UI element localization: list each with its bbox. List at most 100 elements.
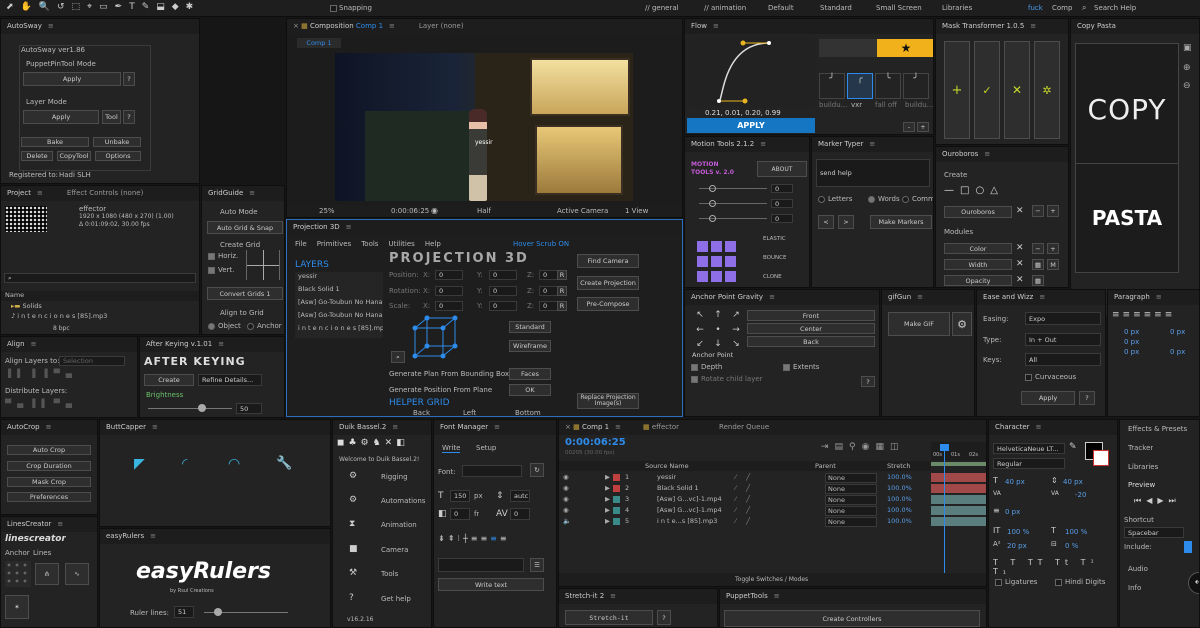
pan-behind-tool-icon[interactable]: ⌖: [87, 2, 92, 15]
wireframe-button[interactable]: Wireframe: [509, 340, 551, 352]
make-markers-button[interactable]: Make Markers: [870, 215, 932, 229]
arrow-w-icon[interactable]: ←: [691, 323, 709, 338]
layer-bar-1[interactable]: [931, 473, 986, 482]
clone-tool-icon[interactable]: ⬓: [156, 2, 165, 15]
parent-select[interactable]: None: [825, 506, 877, 516]
unbake-button[interactable]: Unbake: [93, 137, 141, 147]
mask-crop-button[interactable]: Mask Crop: [7, 477, 91, 487]
auto-grid-button[interactable]: Auto Grid & Snap: [207, 221, 283, 234]
y-axis-field[interactable]: 0: [489, 270, 517, 280]
timeline-controls[interactable]: ⇥▤⚲◉▦◫: [821, 442, 905, 452]
slider-2-thumb[interactable]: [709, 200, 716, 207]
precompose-button[interactable]: Pre-Compose: [577, 297, 639, 311]
active-camera-select[interactable]: Active Camera: [557, 207, 608, 215]
automations-button[interactable]: Automations: [381, 497, 425, 505]
ease-apply-button[interactable]: Apply: [1021, 391, 1075, 405]
stretch-column[interactable]: Stretch: [887, 462, 910, 470]
grid-preview[interactable]: [246, 250, 280, 280]
workspace-small-screen[interactable]: Small Screen: [876, 4, 922, 12]
render-queue-tab[interactable]: Render Queue: [719, 423, 769, 431]
color-module-button[interactable]: Color: [944, 243, 1012, 254]
words-radio[interactable]: [868, 196, 875, 203]
keys-select[interactable]: All: [1025, 353, 1101, 366]
slider-3-thumb[interactable]: [709, 215, 716, 222]
tracking-field[interactable]: 0: [450, 508, 470, 520]
timeline-current-time[interactable]: 0:00:06:25: [565, 437, 626, 448]
mask-settings-button[interactable]: ✲: [1034, 41, 1060, 139]
lines-tab[interactable]: Lines: [33, 549, 51, 557]
ligatures-checkbox[interactable]: [995, 579, 1002, 586]
effects-presets-tab[interactable]: Effects & Presets: [1128, 425, 1187, 433]
flow-minus-button[interactable]: -: [903, 122, 915, 132]
text-align-icons[interactable]: ⇟⇞⁝┼≡≡≡≡: [438, 534, 510, 543]
clipboard-icon[interactable]: ▣: [1183, 43, 1192, 53]
back-button[interactable]: Back: [747, 336, 875, 347]
expand-icon[interactable]: ▶: [605, 506, 610, 514]
commas-radio[interactable]: [902, 196, 909, 203]
elastic-button[interactable]: ELASTIC: [763, 236, 786, 242]
effector-tab[interactable]: effector: [652, 423, 679, 431]
timeline-layer-row[interactable]: ◉ ▶ 4 [Asw] G...vc]-1.mp4 ⁄ ╱ None 100.0%: [559, 506, 931, 516]
layer-name[interactable]: i n t e...s [85].mp3: [657, 517, 717, 525]
layer-bar-4[interactable]: [931, 506, 986, 515]
view-select[interactable]: 1 View: [625, 207, 648, 215]
expand-icon[interactable]: ▶: [605, 484, 610, 492]
x-axis-field[interactable]: 0: [435, 286, 463, 296]
label-color-swatch[interactable]: [613, 485, 620, 492]
layer-item[interactable]: Black Solid 1: [295, 285, 383, 295]
width-swatch[interactable]: ▦: [1032, 259, 1044, 270]
line-icon[interactable]: —: [944, 185, 960, 196]
audio-tab[interactable]: Audio: [1128, 565, 1148, 573]
layer-bar-3[interactable]: [931, 495, 986, 504]
faces-select[interactable]: Faces: [509, 368, 551, 380]
close-icon[interactable]: ✕: [1016, 275, 1024, 285]
vertical-scale-value[interactable]: 100 %: [1007, 528, 1029, 536]
composition-tab[interactable]: Composition: [310, 22, 354, 30]
menu-primitives[interactable]: Primitives: [317, 240, 351, 250]
font-size-field[interactable]: 150: [450, 490, 470, 502]
anchor-cell[interactable]: [697, 241, 708, 252]
parent-column[interactable]: Parent: [815, 462, 836, 470]
arrow-nw-icon[interactable]: ↖: [691, 308, 709, 323]
paragraph-align-icons[interactable]: ≡≡≡≡≡≡: [1112, 310, 1175, 320]
comp-viewer-image[interactable]: yessir: [335, 53, 633, 201]
align-to-select[interactable]: Selection: [59, 356, 125, 366]
timeline-layer-row[interactable]: ◉ ▶ 3 [Asw] G...vc]-1.mp4 ⁄ ╱ None 100.0%: [559, 495, 931, 505]
switches[interactable]: ⁄ ╱: [735, 517, 754, 525]
tools-icon[interactable]: ⚒: [349, 568, 357, 578]
menu-help[interactable]: Help: [425, 240, 441, 250]
anchor-point-select[interactable]: Anchor Point: [689, 350, 875, 360]
text-input[interactable]: [438, 558, 524, 572]
preset-curve-4[interactable]: ╯: [903, 73, 929, 99]
puppet-help-button[interactable]: ?: [123, 72, 135, 86]
anchor-tab[interactable]: Anchor: [5, 549, 30, 557]
center-dot-icon[interactable]: •: [709, 323, 727, 338]
brightness-slider-thumb[interactable]: [198, 404, 206, 412]
rectangle-tool-icon[interactable]: ▭: [99, 2, 108, 15]
bounce-button[interactable]: BOUNCE: [763, 255, 786, 261]
flow-apply-button[interactable]: APPLY: [687, 118, 815, 133]
project-tab[interactable]: Project: [7, 189, 31, 197]
playhead[interactable]: [944, 444, 945, 584]
cube-wireframe-icon[interactable]: [409, 314, 461, 364]
current-time[interactable]: 0:00:06:25: [391, 207, 429, 215]
replace-projection-button[interactable]: Replace Projection Image(s): [577, 393, 639, 409]
magnify-button[interactable]: ⌕: [391, 351, 405, 363]
create-projection-button[interactable]: Create Projection: [577, 276, 639, 290]
font-select[interactable]: [462, 465, 522, 477]
space-after[interactable]: 0 px: [1170, 348, 1185, 356]
anchor-dots-grid[interactable]: [5, 561, 31, 587]
tsume-value[interactable]: 0 %: [1065, 542, 1078, 550]
options-button[interactable]: Options: [95, 151, 141, 161]
bake-button[interactable]: Bake: [21, 137, 89, 147]
expand-icon[interactable]: ▶: [605, 473, 610, 481]
search-icon[interactable]: ⌕: [1082, 3, 1086, 13]
eyedropper-icon[interactable]: ✎: [1069, 442, 1077, 452]
ease-help-button[interactable]: ?: [1079, 391, 1095, 405]
remove-color-button[interactable]: −: [1032, 243, 1044, 254]
make-gif-button[interactable]: Make GIF: [888, 312, 950, 336]
refine-details-select[interactable]: Refine Details...: [198, 374, 262, 386]
comp-lock-icon[interactable]: ×: [293, 22, 299, 30]
mask-add-button[interactable]: +: [944, 41, 970, 139]
x-axis-field[interactable]: 0: [435, 301, 463, 311]
